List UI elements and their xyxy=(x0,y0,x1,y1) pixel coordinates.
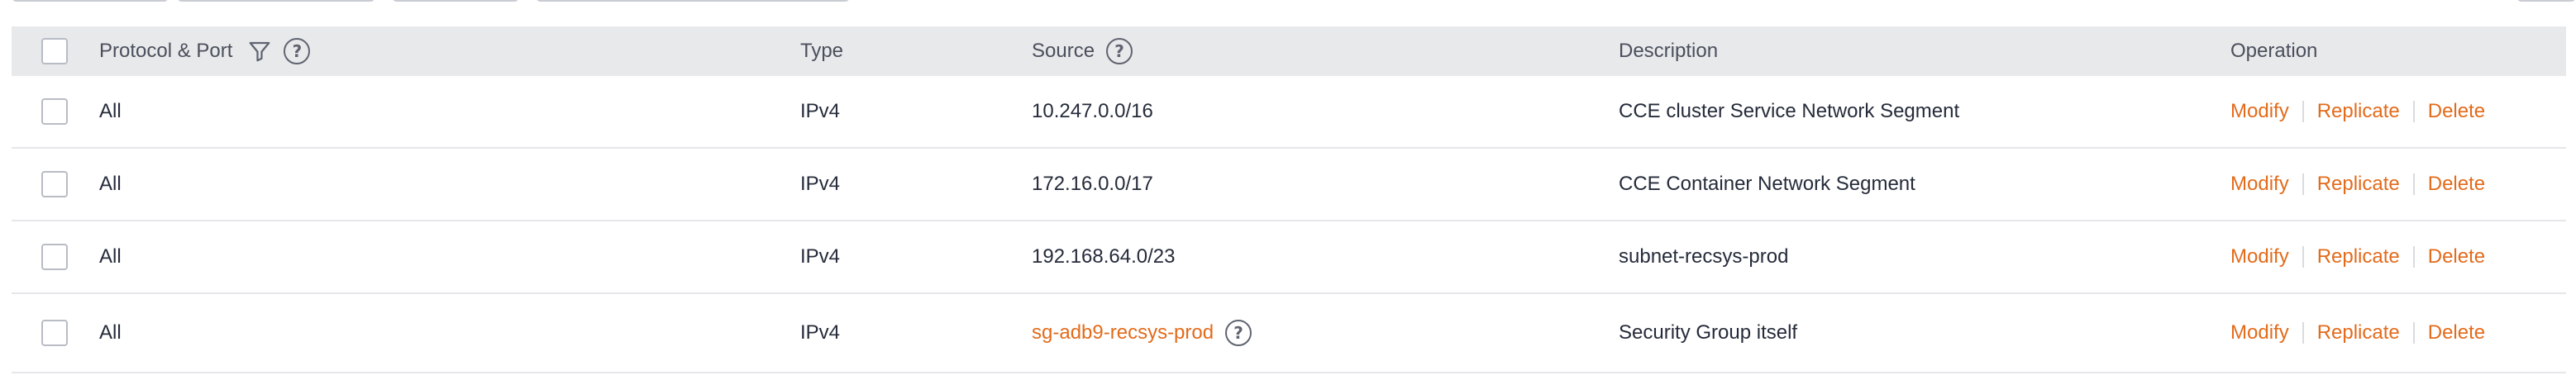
table-row: All IPv4 10.247.0.0/16 CCE cluster Servi… xyxy=(12,76,2566,149)
divider xyxy=(2412,101,2415,122)
toolbar-button-stub-2[interactable] xyxy=(177,0,375,2)
modify-link[interactable]: Modify xyxy=(2230,321,2289,344)
filter-icon[interactable] xyxy=(247,39,272,64)
replicate-link[interactable]: Replicate xyxy=(2317,173,2400,196)
cell-protocol: All xyxy=(99,173,122,195)
row-actions: Modify Replicate Delete xyxy=(2230,100,2485,123)
row-checkbox-cell xyxy=(12,149,86,220)
header-source: Source ? xyxy=(1032,26,1133,76)
divider xyxy=(2302,246,2304,268)
row-actions: Modify Replicate Delete xyxy=(2230,173,2485,196)
divider xyxy=(2412,322,2415,344)
help-circle-icon[interactable]: ? xyxy=(1106,38,1133,64)
cell-type: IPv4 xyxy=(800,100,841,122)
cell-source: 192.168.64.0/23 xyxy=(1032,245,1176,268)
row-checkbox-cell xyxy=(12,221,86,292)
modify-link[interactable]: Modify xyxy=(2230,100,2289,123)
cell-description: CCE cluster Service Network Segment xyxy=(1619,100,1960,122)
header-type: Type xyxy=(800,26,843,76)
replicate-link[interactable]: Replicate xyxy=(2317,321,2400,344)
help-circle-icon[interactable]: ? xyxy=(1225,320,1252,346)
row-checkbox[interactable] xyxy=(41,98,68,125)
replicate-link[interactable]: Replicate xyxy=(2317,245,2400,268)
header-checkbox-cell xyxy=(12,26,86,76)
security-group-rules-table: Protocol & Port ? Type Source ? Descript… xyxy=(12,26,2566,373)
toolbar-settings-stub[interactable] xyxy=(2516,0,2576,2)
table-row: All IPv4 192.168.64.0/23 subnet-recsys-p… xyxy=(12,221,2566,294)
cell-description: CCE Container Network Segment xyxy=(1619,173,1915,195)
row-checkbox[interactable] xyxy=(41,244,68,270)
table-row: All IPv4 172.16.0.0/17 CCE Container Net… xyxy=(12,149,2566,221)
modify-link[interactable]: Modify xyxy=(2230,245,2289,268)
delete-link[interactable]: Delete xyxy=(2428,321,2485,344)
cell-protocol: All xyxy=(99,100,122,122)
cell-operation: Modify Replicate Delete xyxy=(2230,294,2485,372)
cell-source: 172.16.0.0/17 xyxy=(1032,173,1153,195)
header-protocol-port: Protocol & Port ? xyxy=(99,26,311,76)
header-protocol-port-label: Protocol & Port xyxy=(99,40,233,62)
header-description: Description xyxy=(1619,26,1718,76)
table-row: All IPv4 sg-adb9-recsys-prod ? Security … xyxy=(12,294,2566,373)
header-source-label: Source xyxy=(1032,40,1095,62)
divider xyxy=(2412,173,2415,195)
toolbar-button-stub-3[interactable] xyxy=(392,0,519,2)
row-checkbox[interactable] xyxy=(41,171,68,197)
select-all-checkbox[interactable] xyxy=(41,38,68,64)
cell-type: IPv4 xyxy=(800,321,841,344)
toolbar-search-stub[interactable] xyxy=(536,0,850,2)
table-header: Protocol & Port ? Type Source ? Descript… xyxy=(12,26,2566,76)
divider xyxy=(2302,101,2304,122)
cell-protocol: All xyxy=(99,245,122,268)
cell-protocol: All xyxy=(99,321,122,344)
row-actions: Modify Replicate Delete xyxy=(2230,321,2485,344)
cell-source: 10.247.0.0/16 xyxy=(1032,100,1153,122)
cell-operation: Modify Replicate Delete xyxy=(2230,221,2485,292)
cell-type: IPv4 xyxy=(800,173,841,195)
divider xyxy=(2302,173,2304,195)
divider xyxy=(2302,322,2304,344)
header-operation-label: Operation xyxy=(2230,40,2318,62)
delete-link[interactable]: Delete xyxy=(2428,245,2485,268)
cell-type: IPv4 xyxy=(800,245,841,268)
replicate-link[interactable]: Replicate xyxy=(2317,100,2400,123)
row-checkbox[interactable] xyxy=(41,320,68,346)
cell-operation: Modify Replicate Delete xyxy=(2230,149,2485,220)
divider xyxy=(2412,246,2415,268)
cell-source: sg-adb9-recsys-prod ? xyxy=(1032,294,1252,372)
security-group-link[interactable]: sg-adb9-recsys-prod xyxy=(1032,321,1214,344)
header-description-label: Description xyxy=(1619,40,1719,62)
cell-description: subnet-recsys-prod xyxy=(1619,245,1789,268)
toolbar-button-stub-1[interactable] xyxy=(12,0,169,2)
delete-link[interactable]: Delete xyxy=(2428,173,2485,196)
help-circle-icon[interactable]: ? xyxy=(284,38,311,64)
header-operation: Operation xyxy=(2230,26,2317,76)
cell-operation: Modify Replicate Delete xyxy=(2230,76,2485,147)
cell-description: Security Group itself xyxy=(1619,321,1798,344)
header-type-label: Type xyxy=(800,40,844,62)
row-checkbox-cell xyxy=(12,76,86,147)
modify-link[interactable]: Modify xyxy=(2230,173,2289,196)
delete-link[interactable]: Delete xyxy=(2428,100,2485,123)
row-actions: Modify Replicate Delete xyxy=(2230,245,2485,268)
row-checkbox-cell xyxy=(12,294,86,372)
